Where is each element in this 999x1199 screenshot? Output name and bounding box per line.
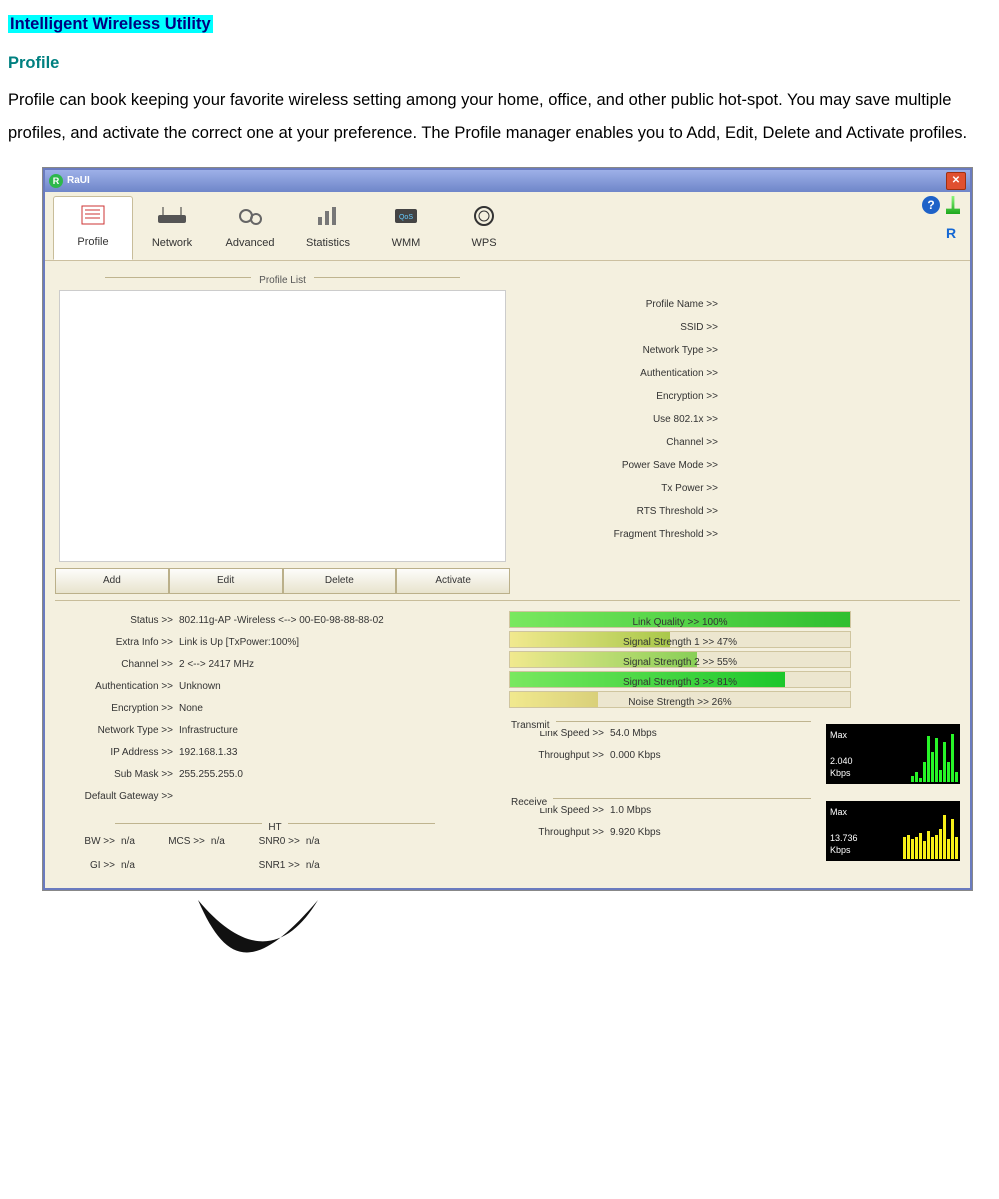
noise-bar: Noise Strength >> 26%	[510, 693, 850, 708]
stats-icon	[289, 202, 367, 230]
wps-icon	[445, 202, 523, 230]
section-heading: Profile	[8, 47, 999, 80]
status-row: Network Type >>Infrastructure	[55, 721, 495, 741]
tab-statistics[interactable]: Statistics	[289, 198, 367, 260]
svg-text:QoS: QoS	[399, 214, 413, 221]
wmm-icon: QoS	[367, 202, 445, 230]
ht-label: HT	[115, 815, 435, 824]
signal-icon	[946, 196, 960, 214]
gears-icon	[211, 202, 289, 230]
upper-panel: Profile List Add Edit Delete Activate Pr…	[45, 261, 970, 596]
profile-details: Profile Name >> SSID >> Network Type >> …	[510, 267, 960, 594]
status-panel: Status >>802.11g-AP -Wireless <--> 00-E0…	[55, 611, 495, 878]
profile-icon	[54, 201, 132, 229]
edit-button[interactable]: Edit	[169, 568, 283, 594]
transmit-label: Transmit	[511, 713, 811, 722]
app-icon: R	[49, 174, 63, 188]
profile-list-label: Profile List	[105, 267, 460, 278]
toolbar: Profile Network Advanced Statistics	[45, 192, 970, 261]
tab-wmm[interactable]: QoS WMM	[367, 198, 445, 260]
tab-advanced[interactable]: Advanced	[211, 198, 289, 260]
status-row: Status >>802.11g-AP -Wireless <--> 00-E0…	[55, 611, 495, 631]
doc-title: Intelligent Wireless Utility	[8, 15, 213, 33]
tab-profile[interactable]: Profile	[53, 196, 133, 260]
brand-icon: R	[942, 224, 960, 242]
tab-network[interactable]: Network	[133, 198, 211, 260]
link-quality-bar: Link Quality >> 100%	[510, 613, 850, 628]
titlebar: R RaUI ✕	[45, 170, 970, 192]
help-icon[interactable]: ?	[922, 196, 940, 214]
window-title: RaUI	[67, 171, 90, 191]
signal2-bar: Signal Strength 2 >> 55%	[510, 653, 850, 668]
close-icon[interactable]: ✕	[946, 172, 966, 190]
receive-graph: Max 13.736 Kbps	[826, 801, 960, 861]
add-button[interactable]: Add	[55, 568, 169, 594]
receive-label: Receive	[511, 790, 811, 799]
app-window: R RaUI ✕ Profile Network	[43, 168, 972, 890]
activate-button[interactable]: Activate	[396, 568, 510, 594]
body-text: Profile can book keeping your favorite w…	[8, 84, 999, 150]
status-row: Extra Info >>Link is Up [TxPower:100%]	[55, 633, 495, 653]
profile-list[interactable]	[59, 290, 506, 562]
signal1-bar: Signal Strength 1 >> 47%	[510, 633, 850, 648]
status-row: Encryption >>None	[55, 699, 495, 719]
status-row: Sub Mask >>255.255.255.0	[55, 765, 495, 785]
transmit-graph: Max 2.040 Kbps	[826, 724, 960, 784]
tab-wps[interactable]: WPS	[445, 198, 523, 260]
delete-button[interactable]: Delete	[283, 568, 397, 594]
status-row: Authentication >>Unknown	[55, 677, 495, 697]
signal3-bar: Signal Strength 3 >> 81%	[510, 673, 850, 688]
signal-panel: Link Quality >> 100% Signal Strength 1 >…	[509, 611, 960, 878]
status-row: Channel >>2 <--> 2417 MHz	[55, 655, 495, 675]
router-icon	[133, 202, 211, 230]
watermark-icon	[188, 890, 328, 980]
status-row: IP Address >>192.168.1.33	[55, 743, 495, 763]
status-row: Default Gateway >>	[55, 787, 495, 807]
screenshot-container: R RaUI ✕ Profile Network	[8, 168, 999, 980]
